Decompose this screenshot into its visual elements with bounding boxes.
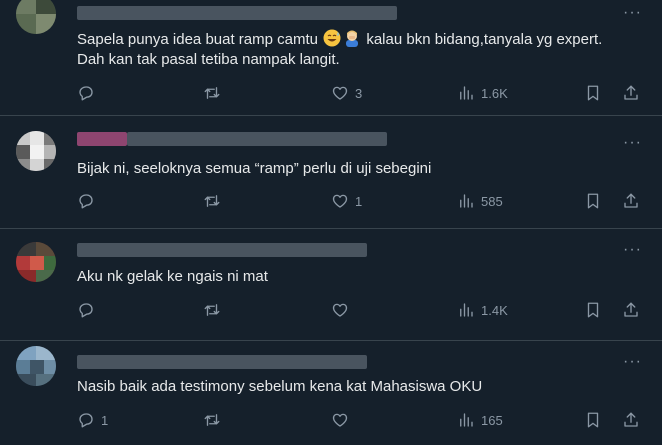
reply-count: 1 — [101, 412, 109, 428]
repost-icon — [204, 304, 220, 316]
share-icon — [624, 85, 638, 100]
reply-text-part: Sapela punya idea buat ramp camtu — [77, 31, 323, 48]
avatar[interactable] — [16, 131, 56, 171]
bookmark-icon — [587, 85, 599, 101]
reply-text: Aku nk gelak ke ngais ni mat — [77, 268, 268, 285]
like-button[interactable]: 3 — [331, 84, 362, 102]
views-count: 165 — [481, 412, 503, 428]
bookmark-button[interactable] — [584, 301, 602, 319]
views-button[interactable]: 1.6K — [457, 84, 508, 102]
more-options-icon[interactable]: ··· — [623, 241, 642, 259]
more-options-icon[interactable]: ··· — [623, 134, 642, 152]
bookmark-icon — [587, 412, 599, 428]
reply-button[interactable] — [77, 301, 101, 319]
views-chart-icon — [460, 194, 473, 208]
person-facepalming-emoji — [346, 30, 359, 47]
like-count: 1 — [355, 193, 363, 209]
avatar[interactable] — [16, 0, 56, 34]
views-count: 585 — [481, 193, 503, 209]
grinning-sweat-emoji — [323, 29, 341, 47]
action-bar: 1.4K — [0, 301, 662, 325]
views-chart-icon — [460, 413, 473, 427]
username-blurred[interactable] — [77, 355, 367, 369]
views-chart-icon — [460, 303, 473, 317]
reply-text: Sapela punya idea buat ramp camtu kalau … — [77, 29, 622, 70]
heart-icon — [332, 194, 348, 208]
bookmark-button[interactable] — [584, 192, 602, 210]
bookmark-icon — [587, 193, 599, 209]
like-button[interactable]: 1 — [331, 192, 362, 210]
like-count: 3 — [355, 85, 363, 101]
action-bar: 3 1.6K — [0, 84, 662, 108]
heart-icon — [332, 413, 348, 427]
repost-button[interactable] — [203, 411, 227, 429]
reply-icon — [79, 413, 93, 428]
more-options-icon[interactable]: ··· — [623, 353, 642, 371]
bookmark-button[interactable] — [584, 411, 602, 429]
views-button[interactable]: 165 — [457, 411, 503, 429]
reply-2[interactable]: ··· Bijak ni, seeloknya semua “ramp” per… — [0, 116, 662, 229]
repost-button[interactable] — [203, 84, 227, 102]
repost-button[interactable] — [203, 301, 227, 319]
share-button[interactable] — [622, 301, 640, 319]
reply-icon — [79, 194, 93, 209]
share-icon — [624, 302, 638, 317]
views-button[interactable]: 1.4K — [457, 301, 508, 319]
reply-3[interactable]: ··· Aku nk gelak ke ngais ni mat 1.4K — [0, 229, 662, 341]
bookmark-icon — [587, 302, 599, 318]
reply-text: Bijak ni, seeloknya semua “ramp” perlu d… — [77, 160, 432, 177]
reply-icon — [79, 303, 93, 318]
views-count: 1.4K — [481, 302, 508, 318]
handle-blurred — [127, 132, 387, 146]
reply-text: Nasib baik ada testimony sebelum kena ka… — [77, 378, 483, 395]
share-button[interactable] — [622, 84, 640, 102]
heart-icon — [332, 303, 348, 317]
username-blurred[interactable] — [77, 132, 127, 146]
action-bar: 1 165 — [0, 411, 662, 435]
handle-blurred — [150, 6, 210, 20]
reply-4[interactable]: ··· Nasib baik ada testimony sebelum ken… — [0, 341, 662, 445]
repost-button[interactable] — [203, 192, 227, 210]
more-options-icon[interactable]: ··· — [623, 4, 642, 22]
views-count: 1.6K — [481, 85, 508, 101]
bookmark-button[interactable] — [584, 84, 602, 102]
reply-button[interactable] — [77, 84, 101, 102]
share-icon — [624, 193, 638, 208]
repost-icon — [204, 414, 220, 426]
share-icon — [624, 412, 638, 427]
avatar[interactable] — [16, 242, 56, 282]
username-blurred[interactable] — [77, 243, 367, 257]
reply-button[interactable] — [77, 192, 101, 210]
like-button[interactable] — [331, 301, 355, 319]
like-button[interactable] — [331, 411, 355, 429]
repost-icon — [204, 195, 220, 207]
heart-icon — [332, 86, 348, 100]
repost-icon — [204, 87, 220, 99]
username-blurred[interactable] — [77, 6, 397, 20]
reply-icon — [79, 86, 93, 101]
share-button[interactable] — [622, 411, 640, 429]
share-button[interactable] — [622, 192, 640, 210]
avatar[interactable] — [16, 346, 56, 386]
reply-button[interactable]: 1 — [77, 411, 108, 429]
views-chart-icon — [460, 86, 473, 100]
reply-1[interactable]: ··· Sapela punya idea buat ramp camtu ka… — [0, 0, 662, 116]
action-bar: 1 585 — [0, 192, 662, 216]
views-button[interactable]: 585 — [457, 192, 503, 210]
